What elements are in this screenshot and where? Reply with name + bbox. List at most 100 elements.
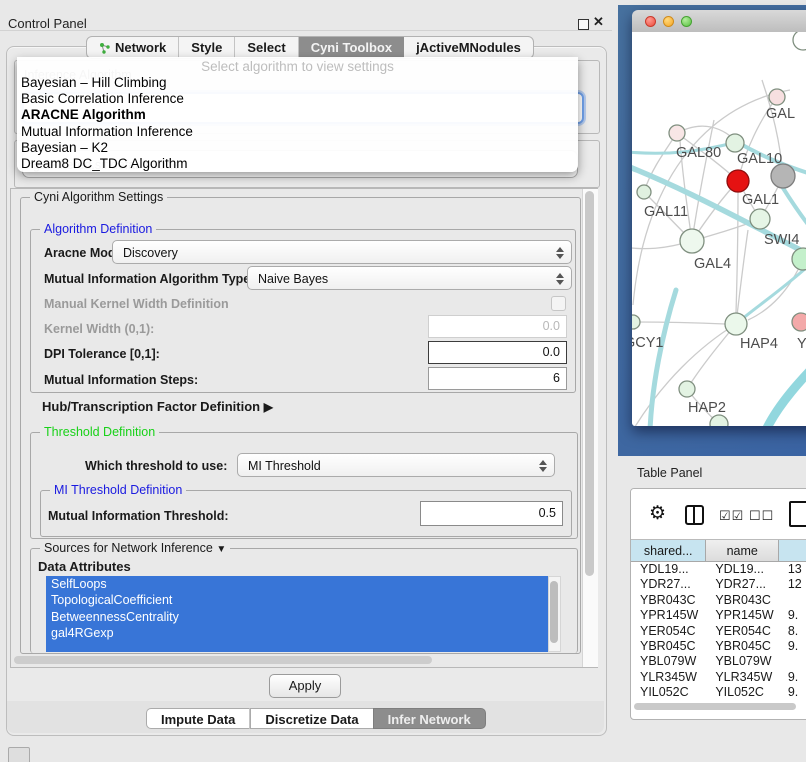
algorithm-option[interactable]: Dream8 DC_TDC Algorithm	[17, 156, 578, 172]
column-header-name[interactable]: name	[706, 540, 779, 561]
algorithm-option[interactable]: Bayesian – K2	[17, 140, 578, 156]
table-row[interactable]: YER054CYER054C8.	[631, 624, 806, 639]
manual-kernel-width-checkbox[interactable]	[551, 296, 566, 311]
mi-threshold-field[interactable]: 0.5	[420, 501, 563, 526]
collapse-down-icon: ▼	[216, 544, 226, 555]
mi-algorithm-type-label: Mutual Information Algorithm Type:	[44, 272, 254, 286]
deselect-all-checkboxes-icon[interactable]: ☐☐	[749, 508, 774, 524]
hub-definition-toggle[interactable]: Hub/Transcription Factor Definition ▶	[42, 399, 273, 414]
tab-style[interactable]: Style	[179, 37, 235, 58]
column-header-partial[interactable]	[779, 540, 806, 561]
collapsed-panel-button[interactable]	[8, 747, 30, 762]
network-node-gal1[interactable]	[750, 209, 770, 229]
algorithm-list: Bayesian – Hill ClimbingBasic Correlatio…	[17, 75, 578, 172]
network-node-hap4[interactable]	[725, 313, 747, 335]
network-node-gal11[interactable]	[637, 185, 651, 199]
which-threshold-combobox[interactable]: MI Threshold	[237, 453, 555, 477]
aracne-mode-combobox[interactable]: Discovery	[112, 240, 572, 264]
network-node-swi4[interactable]	[792, 248, 806, 270]
dpi-tolerance-field[interactable]: 0.0	[428, 341, 567, 364]
attribute-list-item[interactable]: gal4RGexp	[46, 625, 548, 641]
data-attributes-list[interactable]: SelfLoopsTopologicalCoefficientBetweenne…	[46, 576, 548, 652]
table-row[interactable]: YBL079WYBL079W	[631, 654, 806, 669]
algorithm-option[interactable]: Bayesian – Hill Climbing	[17, 75, 578, 91]
tab-discretize-data[interactable]: Discretize Data	[250, 708, 372, 729]
data-attributes-label: Data Attributes	[38, 559, 131, 574]
control-panel-titlebar: Control Panel ✕	[0, 6, 612, 31]
window-zoom-button[interactable]	[681, 16, 692, 27]
table-cell	[779, 593, 806, 608]
which-threshold-label: Which threshold to use:	[85, 459, 227, 473]
algorithm-option[interactable]: Basic Correlation Inference	[17, 91, 578, 107]
float-window-icon[interactable]	[578, 19, 589, 30]
node-label: HAP4	[740, 336, 778, 352]
kernel-width-field[interactable]: 0.0	[428, 315, 567, 338]
cyni-algorithm-settings-title: Cyni Algorithm Settings	[30, 190, 167, 204]
mi-steps-field[interactable]: 6	[428, 367, 567, 390]
network-node-gal[interactable]	[769, 89, 785, 105]
table-cell: YBL079W	[706, 654, 779, 669]
tab-infer-network[interactable]: Infer Network	[373, 708, 486, 729]
network-node[interactable]	[727, 170, 749, 192]
window-close-button[interactable]	[645, 16, 656, 27]
settings-horizontal-scrollbar-thumb[interactable]	[14, 656, 432, 664]
table-row[interactable]: YLR345WYLR345W9.	[631, 670, 806, 685]
table-header: shared... name	[631, 539, 806, 562]
table-row[interactable]: YBR043CYBR043C	[631, 593, 806, 608]
network-node-gcy1[interactable]	[632, 315, 640, 329]
network-window-titlebar[interactable]	[632, 10, 806, 33]
algorithm-option[interactable]: Mutual Information Inference	[17, 124, 578, 140]
network-canvas[interactable]: GALGAL80GAL10GAL1GAL11SWI4GAL4GCY1HAP4YH…	[632, 32, 806, 426]
network-node[interactable]	[793, 32, 806, 50]
network-node-hap2[interactable]	[679, 381, 695, 397]
select-all-checkboxes-icon[interactable]: ☑☑	[719, 508, 744, 524]
attribute-list-item[interactable]: SelfLoops	[46, 576, 548, 592]
window-minimize-button[interactable]	[663, 16, 674, 27]
sources-group-toggle[interactable]: Sources for Network Inference ▼	[40, 541, 230, 555]
column-header-shared-name[interactable]: shared...	[631, 540, 706, 561]
table-panel-title: Table Panel	[637, 466, 702, 480]
algorithm-option[interactable]: ARACNE Algorithm	[17, 107, 578, 123]
gear-icon[interactable]: ⚙	[649, 502, 666, 525]
mi-threshold-label: Mutual Information Threshold:	[48, 509, 229, 523]
table-cell: 12	[779, 577, 806, 592]
table-cell: YDL19...	[706, 562, 779, 577]
tab-network[interactable]: Network	[87, 37, 179, 58]
mi-algorithm-type-combobox[interactable]: Naive Bayes	[247, 266, 572, 290]
table-cell: YER054C	[706, 624, 779, 639]
node-label: GAL11	[644, 204, 688, 220]
network-node[interactable]	[771, 164, 795, 188]
network-node-gal10[interactable]	[726, 134, 744, 152]
table-row[interactable]: YIL052CYIL052C9.	[631, 685, 806, 700]
new-table-icon[interactable]	[789, 501, 806, 527]
tab-cyni-toolbox[interactable]: Cyni Toolbox	[299, 37, 404, 58]
table-cell: YBR043C	[631, 593, 706, 608]
network-view-window[interactable]: GALGAL80GAL10GAL1GAL11SWI4GAL4GCY1HAP4YH…	[632, 10, 806, 426]
attributes-list-scrollbar-thumb[interactable]	[550, 581, 558, 643]
network-node-y[interactable]	[792, 313, 806, 331]
table-row[interactable]: YPR145WYPR145W9.	[631, 608, 806, 623]
table-cell: 9.	[779, 639, 806, 654]
kernel-width-label: Kernel Width (0,1):	[44, 322, 154, 336]
tab-jactivemnodules[interactable]: jActiveMNodules	[404, 37, 533, 58]
attribute-list-item[interactable]: TopologicalCoefficient	[46, 592, 548, 608]
table-horizontal-scrollbar-thumb[interactable]	[634, 703, 796, 710]
attribute-list-item[interactable]: BetweennessCentrality	[46, 609, 548, 625]
network-node-gal80[interactable]	[669, 125, 685, 141]
close-panel-icon[interactable]: ✕	[593, 14, 604, 30]
network-graph: GALGAL80GAL10GAL1GAL11SWI4GAL4GCY1HAP4YH…	[632, 32, 806, 426]
aracne-mode-value: Discovery	[123, 246, 178, 260]
tab-impute-data[interactable]: Impute Data	[146, 708, 249, 729]
tab-select[interactable]: Select	[235, 37, 298, 58]
apply-button[interactable]: Apply	[269, 674, 341, 698]
bottom-tabbar: Impute Data Discretize Data Infer Networ…	[146, 708, 486, 729]
sources-group-title: Sources for Network Inference	[44, 541, 213, 555]
mi-threshold-definition-title: MI Threshold Definition	[50, 483, 186, 497]
table-row[interactable]: YDR27...YDR27...12	[631, 577, 806, 592]
settings-vertical-scrollbar-thumb[interactable]	[585, 191, 594, 576]
table-row[interactable]: YDL19...YDL19...13	[631, 562, 806, 577]
network-node[interactable]	[710, 415, 728, 426]
network-node-gal4[interactable]	[680, 229, 704, 253]
column-layout-icon[interactable]	[685, 505, 704, 525]
table-row[interactable]: YBR045CYBR045C9.	[631, 639, 806, 654]
